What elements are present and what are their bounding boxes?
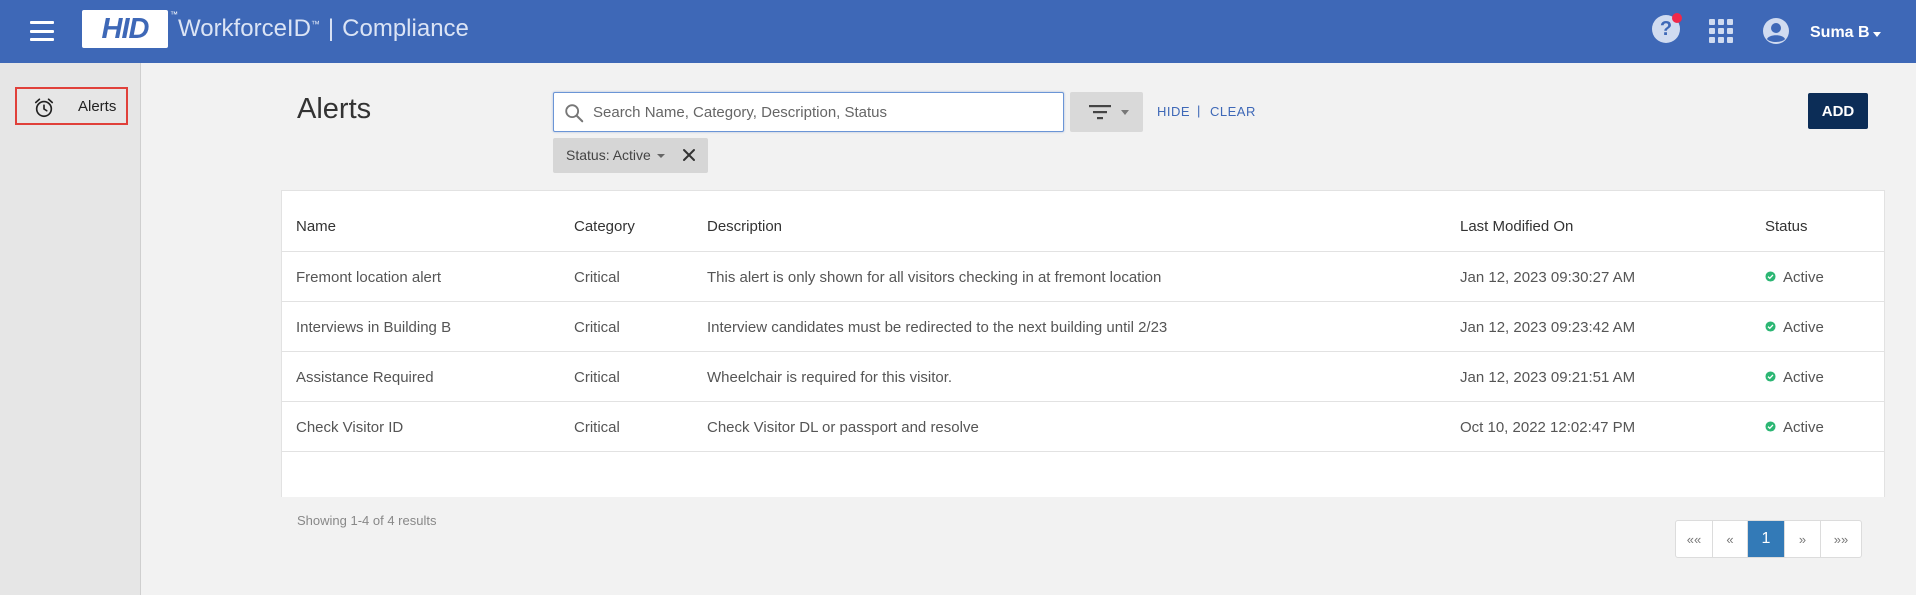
hide-filters-link[interactable]: HIDE: [1157, 104, 1190, 119]
check-circle-icon: [1765, 371, 1776, 382]
cell-last-modified: Jan 12, 2023 09:21:51 AM: [1460, 369, 1636, 386]
cell-name: Check Visitor ID: [296, 419, 404, 436]
cell-status: Active: [1783, 269, 1824, 286]
cell-last-modified: Jan 12, 2023 09:23:42 AM: [1460, 319, 1636, 336]
cell-last-modified: Oct 10, 2022 12:02:47 PM: [1460, 419, 1636, 436]
top-bar: HID ™ WorkforceID™ | Compliance ? Suma B: [0, 0, 1916, 63]
hid-logo: HID: [82, 10, 168, 48]
cell-name: Fremont location alert: [296, 269, 442, 286]
logo-text: HID: [101, 12, 150, 45]
user-avatar-icon[interactable]: [1762, 17, 1790, 45]
hamburger-menu-icon[interactable]: [30, 21, 54, 41]
chevron-down-icon: [1121, 110, 1129, 115]
check-circle-icon: [1765, 421, 1776, 432]
cell-category: Critical: [574, 419, 620, 436]
column-header-description[interactable]: Description: [707, 218, 782, 235]
user-menu[interactable]: Suma B: [1810, 24, 1870, 42]
filter-icon: [1089, 105, 1111, 120]
cell-last-modified: Jan 12, 2023 09:30:27 AM: [1460, 269, 1636, 286]
pagination-next[interactable]: »: [1785, 521, 1821, 557]
logo-trademark: ™: [170, 10, 178, 19]
table-footer: [282, 452, 1884, 497]
alerts-table: Name Category Description Last Modified …: [281, 190, 1885, 497]
add-button[interactable]: ADD: [1808, 93, 1868, 129]
search-icon: [565, 104, 584, 123]
pagination-last[interactable]: »»: [1821, 521, 1861, 557]
module-name: Compliance: [342, 15, 469, 42]
cell-status: Active: [1783, 369, 1824, 386]
sidebar-item-alerts[interactable]: Alerts: [15, 87, 128, 125]
page-title: Alerts: [297, 93, 372, 125]
cell-status: Active: [1783, 419, 1824, 436]
cell-category: Critical: [574, 269, 620, 286]
filter-chip-label[interactable]: Status: Active: [566, 147, 651, 163]
pagination: «« « 1 » »»: [1675, 520, 1862, 558]
search-input[interactable]: [593, 99, 1053, 125]
pagination-prev[interactable]: «: [1713, 521, 1748, 557]
cell-description: Wheelchair is required for this visitor.: [707, 369, 953, 386]
pagination-first[interactable]: ««: [1676, 521, 1713, 557]
check-circle-icon: [1765, 321, 1776, 332]
app-title: WorkforceID™ | Compliance: [178, 15, 469, 43]
chevron-down-icon[interactable]: [657, 154, 665, 158]
status-filter-chip[interactable]: Status: Active: [553, 138, 708, 173]
cell-category: Critical: [574, 319, 620, 336]
column-header-name[interactable]: Name: [296, 218, 336, 235]
table-row[interactable]: Check Visitor ID Critical Check Visitor …: [282, 402, 1884, 452]
clear-filters-link[interactable]: CLEAR: [1210, 104, 1256, 119]
cell-name: Assistance Required: [296, 369, 434, 386]
pagination-page-1[interactable]: 1: [1748, 521, 1785, 557]
product-trademark: ™: [310, 19, 320, 29]
table-row[interactable]: Fremont location alert Critical This ale…: [282, 252, 1884, 302]
table-row[interactable]: Assistance Required Critical Wheelchair …: [282, 352, 1884, 402]
cell-name: Interviews in Building B: [296, 319, 452, 336]
alarm-clock-icon: [34, 98, 54, 118]
cell-description: Interview candidates must be redirected …: [707, 319, 1168, 336]
search-box: [553, 92, 1064, 132]
apps-grid-icon[interactable]: [1709, 19, 1733, 43]
link-separator: |: [1197, 103, 1201, 118]
column-header-category[interactable]: Category: [574, 218, 635, 235]
notification-dot: [1672, 13, 1682, 23]
table-header: Name Category Description Last Modified …: [282, 191, 1884, 252]
sidebar: Alerts: [0, 63, 141, 595]
close-icon[interactable]: [681, 147, 697, 163]
cell-status: Active: [1783, 319, 1824, 336]
title-separator: |: [327, 15, 335, 42]
results-count: Showing 1-4 of 4 results: [297, 513, 437, 528]
cell-category: Critical: [574, 369, 620, 386]
cell-description: Check Visitor DL or passport and resolve: [707, 419, 979, 436]
check-circle-icon: [1765, 271, 1776, 282]
product-name: WorkforceID: [178, 15, 311, 42]
help-glyph: ?: [1659, 17, 1673, 40]
table-row[interactable]: Interviews in Building B Critical Interv…: [282, 302, 1884, 352]
filter-button[interactable]: [1070, 92, 1143, 132]
chevron-down-icon[interactable]: [1873, 32, 1881, 37]
sidebar-item-label: Alerts: [78, 98, 117, 115]
column-header-last-modified[interactable]: Last Modified On: [1460, 218, 1573, 235]
cell-description: This alert is only shown for all visitor…: [707, 269, 1162, 286]
column-header-status[interactable]: Status: [1765, 218, 1808, 235]
